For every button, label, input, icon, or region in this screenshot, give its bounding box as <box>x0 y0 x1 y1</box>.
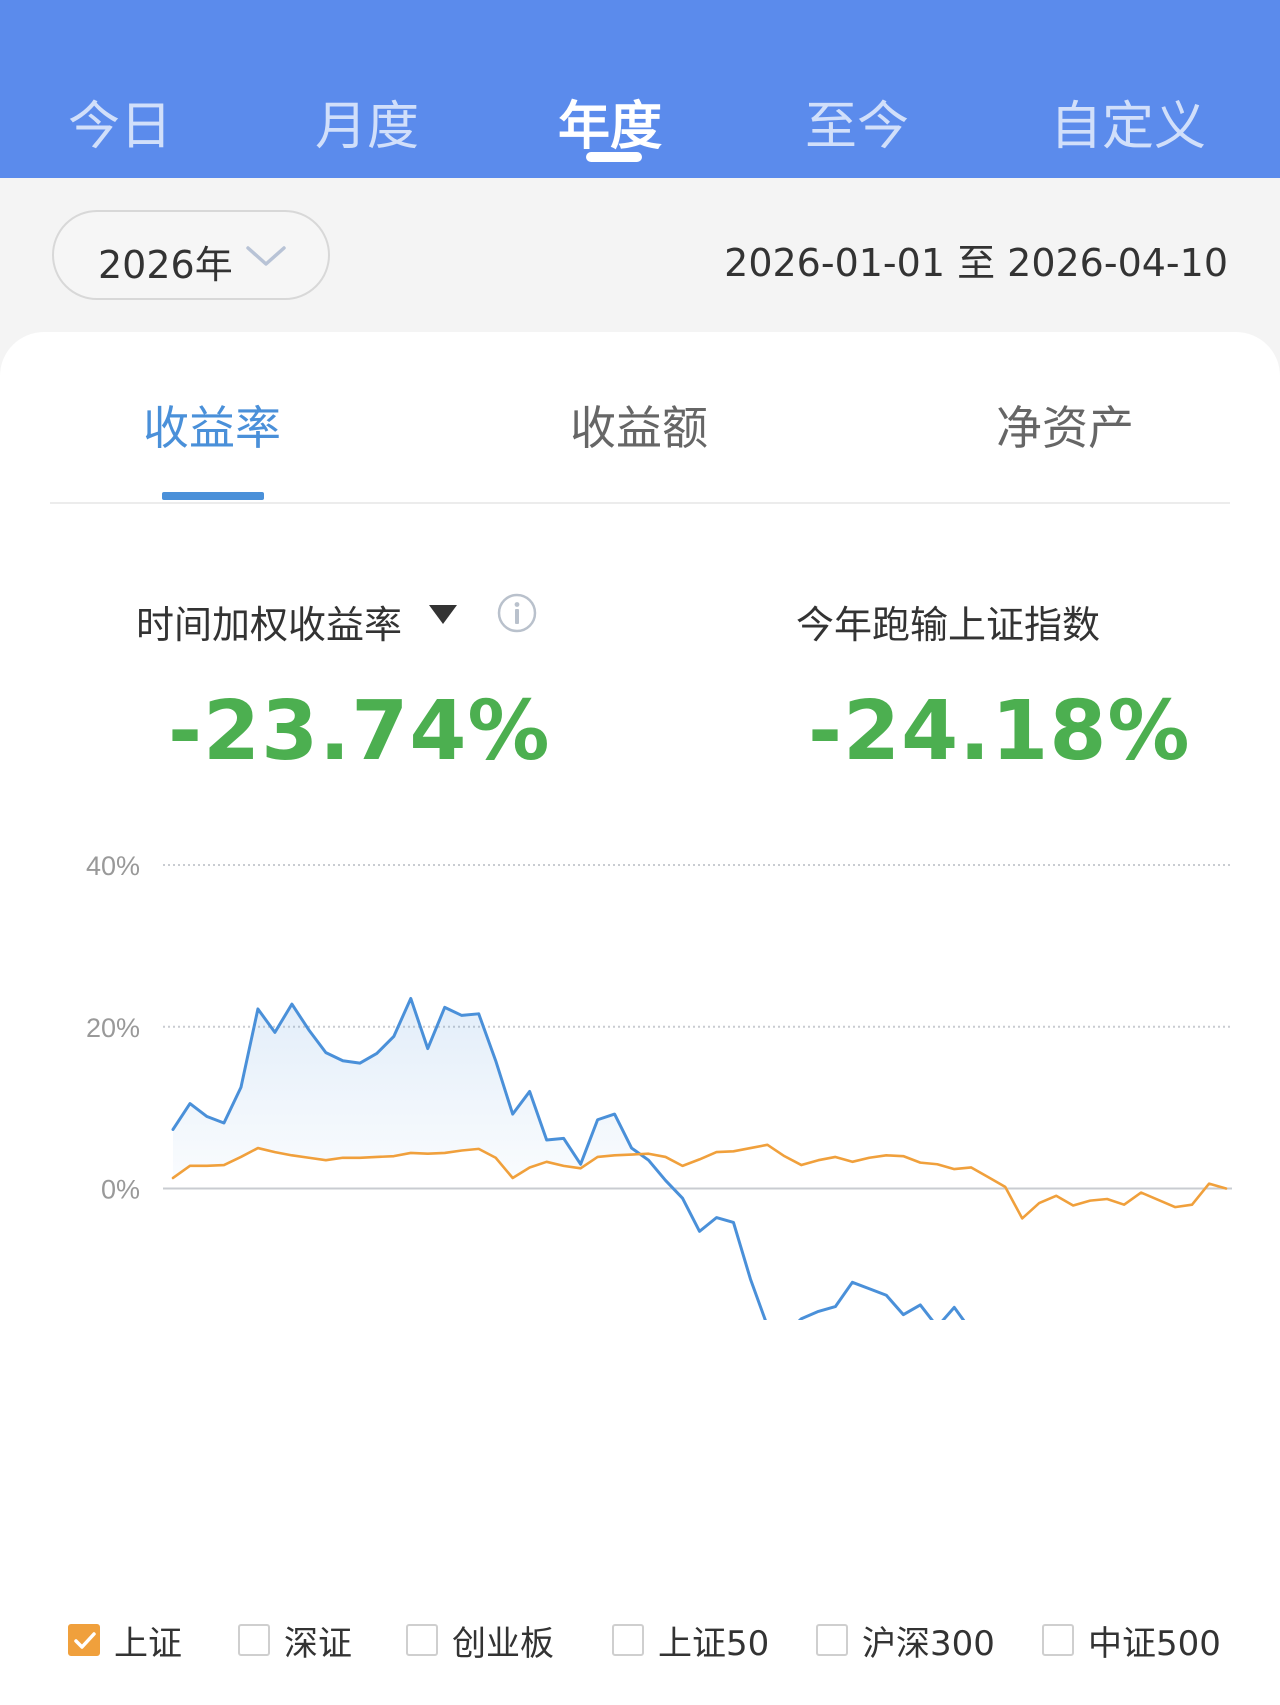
y-tick-label: 40% <box>86 851 140 881</box>
year-select-value: 2026年 <box>98 243 233 287</box>
tab-custom[interactable]: 自定义 <box>1050 84 1206 159</box>
y-tick-label: 20% <box>86 1013 140 1043</box>
legend-label: 中证500 <box>1088 1623 1221 1664</box>
legend-label: 沪深300 <box>862 1623 995 1664</box>
legend-item-shanghai[interactable]: 上证 <box>68 1610 182 1670</box>
checkbox-icon[interactable] <box>1042 1624 1074 1656</box>
tab-to-date[interactable]: 至今 <box>805 84 909 159</box>
checkbox-icon[interactable] <box>612 1624 644 1656</box>
checkbox-icon[interactable] <box>238 1624 270 1656</box>
legend-item-chinext[interactable]: 创业板 <box>406 1610 554 1670</box>
period-tab-bar: 今日 月度 年度 至今 自定义 <box>0 0 1280 178</box>
tab-return-rate[interactable]: 收益率 <box>143 392 281 458</box>
legend-item-shenzhen[interactable]: 深证 <box>238 1610 352 1670</box>
legend-label: 上证50 <box>658 1623 770 1664</box>
legend-label: 深证 <box>284 1623 352 1664</box>
tab-today[interactable]: 今日 <box>68 84 172 159</box>
legend-item-csi500[interactable]: 中证500 <box>1042 1610 1221 1670</box>
tab-return-amount[interactable]: 收益额 <box>570 392 708 458</box>
chevron-down-icon <box>244 234 288 282</box>
return-chart: 40%20%0%-20%-40%202601052026012020260204… <box>86 851 1232 1320</box>
active-tab-indicator <box>586 152 642 162</box>
legend-item-sse50[interactable]: 上证50 <box>612 1610 769 1670</box>
legend-item-csi300[interactable]: 沪深300 <box>816 1610 995 1670</box>
index-legend: 上证 深证 创业板 上证50 沪深300 中证500 <box>0 1610 1280 1670</box>
year-select[interactable]: 2026年 <box>52 210 330 300</box>
checkbox-checked-icon[interactable] <box>68 1624 100 1656</box>
tab-monthly[interactable]: 月度 <box>315 84 419 159</box>
checkbox-icon[interactable] <box>816 1624 848 1656</box>
date-range: 2026-01-01 至 2026-04-10 <box>724 241 1228 285</box>
checkbox-icon[interactable] <box>406 1624 438 1656</box>
y-tick-label: 0% <box>101 1175 140 1205</box>
legend-label: 上证 <box>114 1623 182 1664</box>
tab-yearly[interactable]: 年度 <box>558 84 662 159</box>
legend-label: 创业板 <box>452 1623 554 1664</box>
tab-net-assets[interactable]: 净资产 <box>996 392 1134 458</box>
